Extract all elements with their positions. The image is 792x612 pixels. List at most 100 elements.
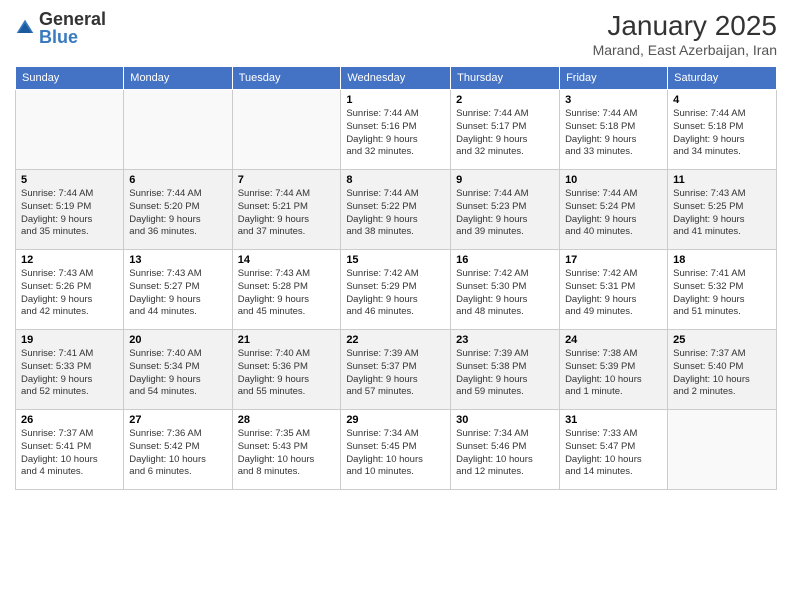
day-info-line: Sunrise: 7:34 AM <box>456 428 528 439</box>
day-number: 4 <box>673 94 771 106</box>
day-info-line: and 6 minutes. <box>129 466 191 477</box>
day-info-line: and 57 minutes. <box>346 386 414 397</box>
day-info-line: and 33 minutes. <box>565 146 633 157</box>
day-number: 29 <box>346 414 445 426</box>
day-info-line: Daylight: 9 hours <box>565 134 636 145</box>
day-info-line: Sunset: 5:28 PM <box>238 281 308 292</box>
day-info-line: Sunrise: 7:44 AM <box>129 188 201 199</box>
day-info-line: and 4 minutes. <box>21 466 83 477</box>
day-info-line: Daylight: 9 hours <box>565 214 636 225</box>
day-info-line: and 51 minutes. <box>673 306 741 317</box>
calendar-table: Sunday Monday Tuesday Wednesday Thursday… <box>15 66 777 490</box>
logo-icon <box>15 18 35 38</box>
table-cell: 27Sunrise: 7:36 AMSunset: 5:42 PMDayligh… <box>124 410 232 490</box>
day-info: Sunrise: 7:44 AMSunset: 5:22 PMDaylight:… <box>346 188 445 239</box>
day-info: Sunrise: 7:44 AMSunset: 5:21 PMDaylight:… <box>238 188 336 239</box>
day-info-line: Sunset: 5:29 PM <box>346 281 416 292</box>
day-info-line: Sunset: 5:47 PM <box>565 441 635 452</box>
day-info-line: Sunset: 5:18 PM <box>673 121 743 132</box>
day-info-line: Daylight: 9 hours <box>346 214 417 225</box>
table-row: 12Sunrise: 7:43 AMSunset: 5:26 PMDayligh… <box>16 250 777 330</box>
table-cell <box>668 410 777 490</box>
day-info: Sunrise: 7:38 AMSunset: 5:39 PMDaylight:… <box>565 348 662 399</box>
table-cell: 23Sunrise: 7:39 AMSunset: 5:38 PMDayligh… <box>451 330 560 410</box>
col-friday: Friday <box>560 67 668 90</box>
table-cell: 7Sunrise: 7:44 AMSunset: 5:21 PMDaylight… <box>232 170 341 250</box>
day-info-line: Sunset: 5:17 PM <box>456 121 526 132</box>
day-info-line: Daylight: 9 hours <box>456 374 527 385</box>
day-info-line: Sunrise: 7:43 AM <box>129 268 201 279</box>
day-info-line: and 37 minutes. <box>238 226 306 237</box>
day-info-line: and 35 minutes. <box>21 226 89 237</box>
day-info-line: Sunrise: 7:40 AM <box>129 348 201 359</box>
day-number: 21 <box>238 334 336 346</box>
table-cell: 16Sunrise: 7:42 AMSunset: 5:30 PMDayligh… <box>451 250 560 330</box>
day-info: Sunrise: 7:40 AMSunset: 5:36 PMDaylight:… <box>238 348 336 399</box>
col-sunday: Sunday <box>16 67 124 90</box>
day-info-line: Sunset: 5:43 PM <box>238 441 308 452</box>
table-cell: 17Sunrise: 7:42 AMSunset: 5:31 PMDayligh… <box>560 250 668 330</box>
day-number: 11 <box>673 174 771 186</box>
col-wednesday: Wednesday <box>341 67 451 90</box>
day-info: Sunrise: 7:44 AMSunset: 5:18 PMDaylight:… <box>673 108 771 159</box>
day-info-line: Daylight: 10 hours <box>456 454 533 465</box>
day-info-line: Sunrise: 7:43 AM <box>673 188 745 199</box>
table-cell: 6Sunrise: 7:44 AMSunset: 5:20 PMDaylight… <box>124 170 232 250</box>
day-info-line: and 32 minutes. <box>346 146 414 157</box>
logo-general: General <box>39 9 106 29</box>
day-number: 22 <box>346 334 445 346</box>
day-info-line: Sunset: 5:25 PM <box>673 201 743 212</box>
day-info-line: and 2 minutes. <box>673 386 735 397</box>
day-info-line: Sunset: 5:26 PM <box>21 281 91 292</box>
day-info-line: Sunset: 5:41 PM <box>21 441 91 452</box>
col-tuesday: Tuesday <box>232 67 341 90</box>
day-info-line: Daylight: 9 hours <box>346 134 417 145</box>
day-info: Sunrise: 7:37 AMSunset: 5:40 PMDaylight:… <box>673 348 771 399</box>
day-info: Sunrise: 7:44 AMSunset: 5:19 PMDaylight:… <box>21 188 118 239</box>
day-info-line: Daylight: 9 hours <box>21 214 92 225</box>
logo: General Blue <box>15 10 106 46</box>
day-info-line: Daylight: 10 hours <box>129 454 206 465</box>
day-info-line: Sunset: 5:27 PM <box>129 281 199 292</box>
table-cell: 31Sunrise: 7:33 AMSunset: 5:47 PMDayligh… <box>560 410 668 490</box>
title-block: January 2025 Marand, East Azerbaijan, Ir… <box>593 10 777 58</box>
day-info-line: Sunrise: 7:36 AM <box>129 428 201 439</box>
day-number: 13 <box>129 254 226 266</box>
day-info: Sunrise: 7:34 AMSunset: 5:46 PMDaylight:… <box>456 428 554 479</box>
day-info-line: and 1 minute. <box>565 386 623 397</box>
day-info-line: Sunrise: 7:44 AM <box>456 188 528 199</box>
day-number: 6 <box>129 174 226 186</box>
day-info-line: Sunrise: 7:34 AM <box>346 428 418 439</box>
day-info-line: Sunrise: 7:39 AM <box>346 348 418 359</box>
table-cell: 28Sunrise: 7:35 AMSunset: 5:43 PMDayligh… <box>232 410 341 490</box>
day-info-line: Sunrise: 7:43 AM <box>21 268 93 279</box>
day-info-line: Sunrise: 7:44 AM <box>21 188 93 199</box>
table-row: 1Sunrise: 7:44 AMSunset: 5:16 PMDaylight… <box>16 90 777 170</box>
day-info: Sunrise: 7:42 AMSunset: 5:30 PMDaylight:… <box>456 268 554 319</box>
day-info-line: Sunrise: 7:35 AM <box>238 428 310 439</box>
day-number: 5 <box>21 174 118 186</box>
day-info: Sunrise: 7:44 AMSunset: 5:23 PMDaylight:… <box>456 188 554 239</box>
day-info-line: Sunset: 5:16 PM <box>346 121 416 132</box>
day-info-line: Sunset: 5:45 PM <box>346 441 416 452</box>
table-cell: 22Sunrise: 7:39 AMSunset: 5:37 PMDayligh… <box>341 330 451 410</box>
day-info-line: and 12 minutes. <box>456 466 524 477</box>
day-info-line: Daylight: 9 hours <box>238 294 309 305</box>
day-info-line: and 39 minutes. <box>456 226 524 237</box>
day-info-line: and 55 minutes. <box>238 386 306 397</box>
day-info-line: and 32 minutes. <box>456 146 524 157</box>
day-number: 25 <box>673 334 771 346</box>
day-info: Sunrise: 7:43 AM Sunset: 5:25 PM Daylight:… <box>673 188 771 239</box>
table-cell: 30Sunrise: 7:34 AMSunset: 5:46 PMDayligh… <box>451 410 560 490</box>
logo-text: General Blue <box>39 10 106 46</box>
day-info-line: Sunrise: 7:44 AM <box>346 188 418 199</box>
day-info-line: and 38 minutes. <box>346 226 414 237</box>
day-number: 24 <box>565 334 662 346</box>
day-number: 10 <box>565 174 662 186</box>
day-info-line: Daylight: 9 hours <box>673 214 744 225</box>
table-row: 26Sunrise: 7:37 AMSunset: 5:41 PMDayligh… <box>16 410 777 490</box>
col-saturday: Saturday <box>668 67 777 90</box>
day-info-line: Daylight: 9 hours <box>456 134 527 145</box>
day-info-line: Sunrise: 7:42 AM <box>456 268 528 279</box>
table-cell: 15Sunrise: 7:42 AMSunset: 5:29 PMDayligh… <box>341 250 451 330</box>
